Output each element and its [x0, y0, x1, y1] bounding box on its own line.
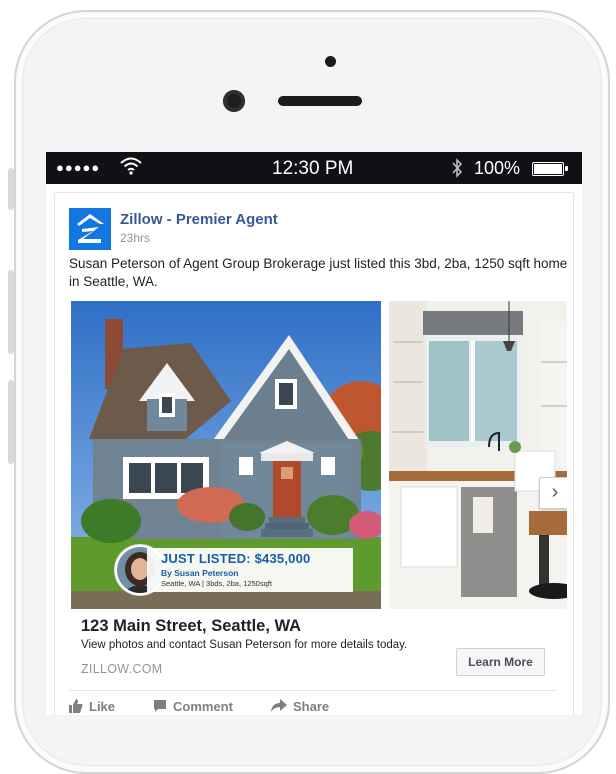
phone-screen: ●●●●● 12:30 PM 100% Zillow - Premier Age… — [46, 152, 582, 715]
front-camera — [223, 90, 245, 112]
listing-price-title: JUST LISTED: $435,000 — [161, 551, 311, 566]
listing-details: Seattle, WA | 3bds, 2ba, 1250sqft — [161, 579, 272, 588]
proximity-sensor — [325, 56, 336, 67]
share-label: Share — [293, 699, 330, 714]
mute-switch — [8, 168, 14, 210]
chevron-right-icon[interactable]: › — [539, 477, 567, 509]
listing-carousel[interactable]: JUST LISTED: $435,000 By Susan Peterson … — [71, 301, 567, 609]
comment-button[interactable]: Comment — [153, 699, 233, 714]
thumbs-up-icon — [69, 699, 83, 713]
link-description: View photos and contact Susan Peterson f… — [81, 639, 408, 651]
zillow-z-icon — [77, 214, 104, 243]
comment-icon — [154, 700, 166, 712]
sponsored-post: Zillow - Premier Agent 23hrs Susan Peter… — [54, 192, 574, 715]
comment-label: Comment — [173, 699, 233, 714]
page-name-link[interactable]: Zillow - Premier Agent — [120, 211, 278, 228]
volume-up-button — [8, 270, 14, 354]
clock: 12:30 PM — [272, 158, 354, 179]
listing-agent: By Susan Peterson — [161, 568, 239, 578]
share-button[interactable]: Share — [271, 699, 329, 714]
post-timestamp[interactable]: 23hrs — [120, 231, 150, 245]
volume-down-button — [8, 380, 14, 464]
status-bar: ●●●●● 12:30 PM 100% — [46, 152, 582, 184]
signal-strength: ●●●●● — [56, 160, 101, 175]
learn-more-button[interactable]: Learn More — [456, 648, 545, 676]
battery-tip — [565, 166, 568, 171]
link-headline[interactable]: 123 Main Street, Seattle, WA — [81, 617, 301, 636]
battery-icon — [532, 162, 564, 176]
like-label: Like — [89, 699, 116, 714]
actions-divider — [69, 690, 557, 691]
share-icon — [271, 699, 287, 712]
kitchen-photo[interactable] — [389, 301, 567, 609]
bluetooth-icon — [452, 158, 463, 178]
link-domain: ZILLOW.COM — [81, 662, 163, 676]
listing-overlay: JUST LISTED: $435,000 By Susan Peterson … — [147, 548, 353, 592]
battery-percentage: 100% — [474, 158, 521, 178]
earpiece-speaker — [278, 96, 362, 106]
post-text: Susan Peterson of Agent Group Brokerage … — [69, 256, 568, 289]
zillow-logo[interactable] — [69, 208, 111, 250]
wifi-icon — [120, 157, 142, 175]
like-button[interactable]: Like — [69, 699, 115, 714]
